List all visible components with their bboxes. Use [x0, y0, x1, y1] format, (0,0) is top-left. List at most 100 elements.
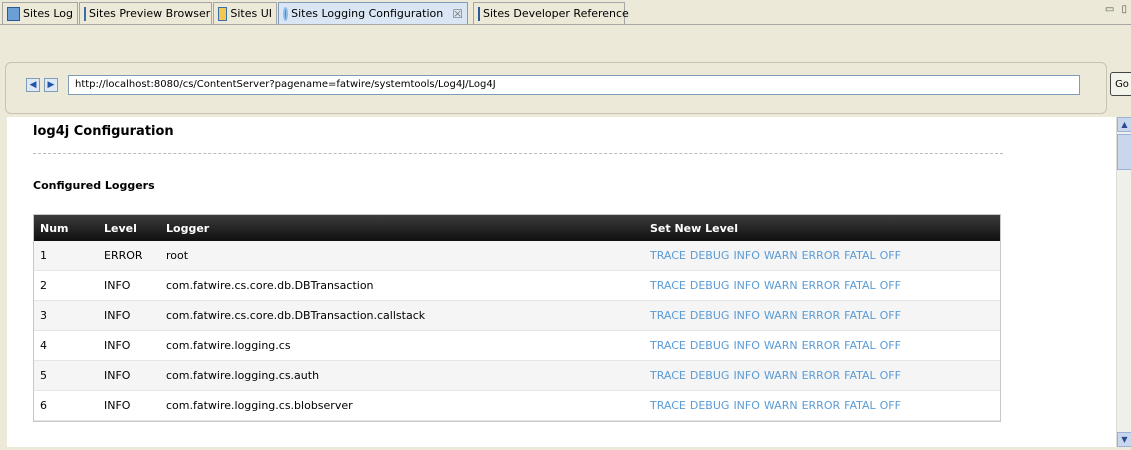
set-level-off-link[interactable]: OFF	[880, 279, 901, 292]
set-level-info-link[interactable]: INFO	[733, 249, 759, 262]
set-level-trace-link[interactable]: TRACE	[650, 279, 686, 292]
log-icon	[7, 6, 20, 21]
set-level-warn-link[interactable]: WARN	[764, 309, 798, 322]
set-level-debug-link[interactable]: DEBUG	[690, 249, 730, 262]
set-level-error-link[interactable]: ERROR	[802, 399, 841, 412]
row-num: 5	[40, 369, 47, 382]
tab-sites-ui[interactable]: Sites UI	[213, 2, 277, 24]
minimize-maximize-icon[interactable]: ▭ ▯	[1105, 4, 1129, 15]
address-panel: ◀ ▶ http://localhost:8080/cs/ContentServ…	[5, 62, 1107, 114]
tab-sites-log[interactable]: Sites Log	[2, 2, 78, 24]
set-level-fatal-link[interactable]: FATAL	[844, 369, 876, 382]
table-row: 1 ERROR root TRACE DEBUG INFO WARN ERROR FATAL OF…	[34, 241, 1000, 271]
set-level-debug-link[interactable]: DEBUG	[690, 309, 730, 322]
set-level-error-link[interactable]: ERROR	[802, 279, 841, 292]
set-level-off-link[interactable]: OFF	[880, 339, 901, 352]
set-level-warn-link[interactable]: WARN	[764, 399, 798, 412]
header-level: Level	[104, 221, 137, 235]
set-level-debug-link[interactable]: DEBUG	[690, 279, 730, 292]
table-row: 2 INFO com.fatwire.cs.core.db.DBTransactio…	[34, 271, 1000, 301]
forward-button[interactable]: ▶	[44, 78, 58, 92]
set-level-info-link[interactable]: INFO	[733, 279, 759, 292]
vertical-scrollbar[interactable]: ▲ ▼	[1116, 117, 1131, 447]
set-level-trace-link[interactable]: TRACE	[650, 339, 686, 352]
set-level-fatal-link[interactable]: FATAL	[844, 339, 876, 352]
header-num: Num	[40, 221, 69, 235]
set-level-debug-link[interactable]: DEBUG	[690, 339, 730, 352]
browser-icon	[84, 6, 86, 21]
set-level-info-link[interactable]: INFO	[733, 339, 759, 352]
url-input[interactable]: http://localhost:8080/cs/ContentServer?p…	[68, 75, 1080, 95]
set-level-error-link[interactable]: ERROR	[802, 339, 841, 352]
set-level-fatal-link[interactable]: FATAL	[844, 309, 876, 322]
row-level: INFO	[104, 369, 131, 382]
set-level-error-link[interactable]: ERROR	[802, 369, 841, 382]
row-logger: com.fatwire.logging.cs	[166, 339, 291, 352]
scroll-thumb[interactable]	[1117, 134, 1131, 170]
row-logger: com.fatwire.logging.cs.auth	[166, 369, 320, 382]
book-icon	[478, 6, 480, 21]
ui-icon	[218, 6, 228, 21]
set-level-debug-link[interactable]: DEBUG	[690, 369, 730, 382]
set-level-warn-link[interactable]: WARN	[764, 279, 798, 292]
set-level-trace-link[interactable]: TRACE	[650, 309, 686, 322]
set-level-trace-link[interactable]: TRACE	[650, 249, 686, 262]
row-level: INFO	[104, 399, 131, 412]
set-level-warn-link[interactable]: WARN	[764, 249, 798, 262]
set-level-trace-link[interactable]: TRACE	[650, 369, 686, 382]
scroll-down-button[interactable]: ▼	[1117, 432, 1131, 447]
section-title: Configured Loggers	[33, 179, 155, 192]
set-level-fatal-link[interactable]: FATAL	[844, 399, 876, 412]
row-set-level-links: TRACE DEBUG INFO WARN ERROR FATAL OFF	[650, 399, 1000, 412]
set-level-off-link[interactable]: OFF	[880, 399, 901, 412]
tab-label: Sites Preview Browser	[89, 7, 211, 20]
set-level-trace-link[interactable]: TRACE	[650, 399, 686, 412]
set-level-info-link[interactable]: INFO	[733, 309, 759, 322]
tab-label: Sites UI	[230, 7, 272, 20]
row-logger: com.fatwire.cs.core.db.DBTransaction	[166, 279, 374, 292]
tab-label: Sites Log	[23, 7, 73, 20]
row-level: INFO	[104, 309, 131, 322]
header-logger: Logger	[166, 221, 210, 235]
row-level: INFO	[104, 279, 131, 292]
editor-tab-bar: Sites Log Sites Preview Browser Sites UI…	[0, 0, 1131, 25]
row-set-level-links: TRACE DEBUG INFO WARN ERROR FATAL OFF	[650, 309, 1000, 322]
row-logger: com.fatwire.logging.cs.blobserver	[166, 399, 353, 412]
row-num: 2	[40, 279, 47, 292]
table-row: 5 INFO com.fatwire.logging.cs.auth TRACE DEB…	[34, 361, 1000, 391]
set-level-off-link[interactable]: OFF	[880, 369, 901, 382]
table-body: 1 ERROR root TRACE DEBUG INFO WARN ERROR FATAL OF…	[34, 241, 1000, 421]
row-set-level-links: TRACE DEBUG INFO WARN ERROR FATAL OFF	[650, 369, 1000, 382]
set-level-error-link[interactable]: ERROR	[802, 309, 841, 322]
tab-label: Sites Developer Reference	[483, 7, 629, 20]
set-level-info-link[interactable]: INFO	[733, 369, 759, 382]
dashed-divider	[33, 153, 1003, 154]
back-button[interactable]: ◀	[26, 78, 40, 92]
row-num: 4	[40, 339, 47, 352]
header-set-new-level: Set New Level	[650, 221, 738, 235]
set-level-off-link[interactable]: OFF	[880, 249, 901, 262]
set-level-info-link[interactable]: INFO	[733, 399, 759, 412]
row-logger: root	[166, 249, 189, 262]
page-title: log4j Configuration	[33, 124, 174, 139]
row-set-level-links: TRACE DEBUG INFO WARN ERROR FATAL OFF	[650, 249, 1000, 262]
tab-sites-logging-configuration[interactable]: Sites Logging Configuration ☒	[278, 2, 468, 24]
set-level-debug-link[interactable]: DEBUG	[690, 399, 730, 412]
row-set-level-links: TRACE DEBUG INFO WARN ERROR FATAL OFF	[650, 339, 1000, 352]
set-level-fatal-link[interactable]: FATAL	[844, 279, 876, 292]
set-level-fatal-link[interactable]: FATAL	[844, 249, 876, 262]
table-row: 4 INFO com.fatwire.logging.cs TRACE DEBUG INF…	[34, 331, 1000, 361]
scroll-up-button[interactable]: ▲	[1117, 117, 1131, 132]
set-level-error-link[interactable]: ERROR	[802, 249, 841, 262]
tab-sites-developer-reference[interactable]: Sites Developer Reference	[473, 2, 629, 24]
go-button[interactable]: Go	[1110, 72, 1131, 96]
close-icon[interactable]: ☒	[452, 7, 463, 21]
set-level-warn-link[interactable]: WARN	[764, 369, 798, 382]
set-level-off-link[interactable]: OFF	[880, 309, 901, 322]
loggers-table: Num Level Logger Set New Level 1 ERROR roo…	[33, 214, 1001, 422]
set-level-warn-link[interactable]: WARN	[764, 339, 798, 352]
table-row: 6 INFO com.fatwire.logging.cs.blobserver TR…	[34, 391, 1000, 421]
row-num: 3	[40, 309, 47, 322]
tab-sites-preview-browser[interactable]: Sites Preview Browser	[79, 2, 212, 24]
page-content: log4j Configuration Configured Loggers N…	[7, 117, 1116, 447]
